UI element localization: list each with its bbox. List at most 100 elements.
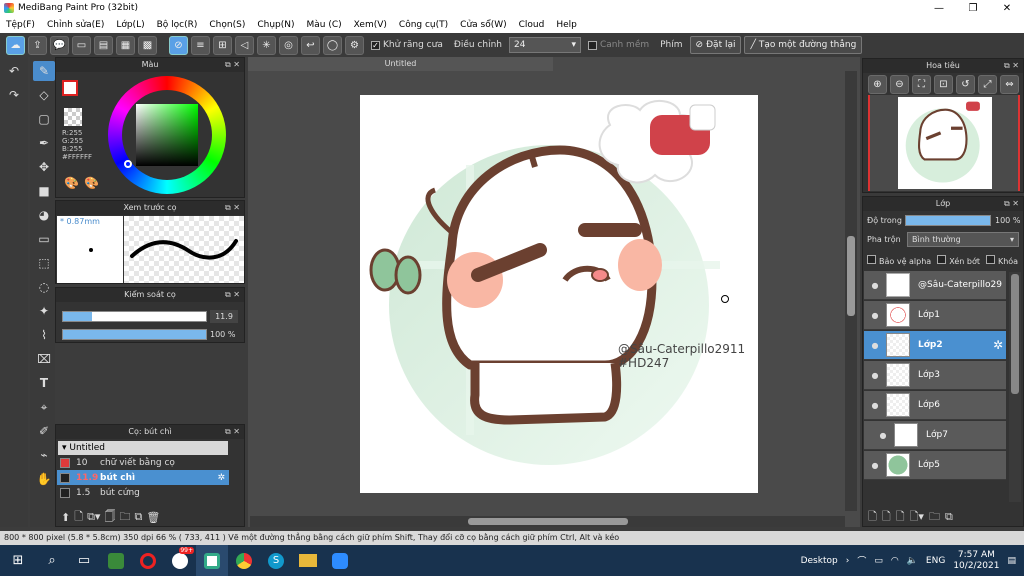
divide-tool-icon[interactable]: ⌖ (33, 397, 55, 417)
parallel-snap-icon[interactable]: ≡ (191, 35, 210, 55)
layer-row[interactable]: ● Lớp7 (864, 421, 1006, 450)
panel-close-icon[interactable]: ⧉ ✕ (1004, 59, 1019, 73)
lock-checkbox[interactable] (985, 255, 995, 264)
close-button[interactable]: ✕ (990, 0, 1024, 16)
medibang-icon[interactable] (196, 545, 228, 576)
panel-close-icon[interactable]: ⧉ ✕ (225, 58, 240, 72)
snap-checkbox[interactable] (587, 40, 597, 50)
messenger-icon[interactable]: 99+ (164, 545, 196, 576)
brush-item-selected[interactable]: 11.9 bút chì ✲ (57, 470, 229, 485)
opacity-slider[interactable] (62, 329, 207, 340)
brush-item[interactable]: 10 chữ viết bằng cọ (57, 455, 229, 470)
navigator-preview[interactable] (868, 95, 1020, 191)
search-icon[interactable]: ⌕ (36, 545, 68, 576)
menu-view[interactable]: Xem(V) (348, 20, 393, 30)
menu-filter[interactable]: Bộ lọc(R) (151, 20, 204, 30)
menu-select[interactable]: Chọn(S) (203, 20, 251, 30)
layer-folder-icon[interactable]: 🗀 (929, 508, 940, 527)
text-tool-icon[interactable]: T (33, 373, 55, 393)
undo-icon[interactable]: ↶ (3, 61, 25, 81)
new-layer-8bit-icon[interactable]: 🗋 (882, 508, 891, 527)
menu-layer[interactable]: Lớp(L) (110, 20, 150, 30)
no-snap-icon[interactable]: ⊘ (169, 35, 188, 55)
desktop-label[interactable]: Desktop (801, 556, 838, 566)
actual-size-icon[interactable]: ⊡ (934, 75, 953, 94)
minimize-button[interactable]: — (922, 0, 956, 16)
panel-close-icon[interactable]: ⧉ ✕ (1004, 197, 1019, 211)
vertical-scroll-thumb[interactable] (847, 236, 855, 316)
move-tool-icon[interactable]: ✥ (33, 157, 55, 177)
menu-help[interactable]: Help (550, 20, 583, 30)
hue-picker[interactable] (124, 160, 132, 168)
antialias-checkbox[interactable] (371, 40, 380, 50)
radial-snap-icon[interactable]: ✳ (257, 35, 276, 55)
menu-edit[interactable]: Chỉnh sửa(E) (41, 20, 110, 30)
primary-color-swatch[interactable] (62, 80, 78, 96)
new-layer-icon[interactable]: 🗋 (868, 508, 877, 527)
gear-icon[interactable]: ✲ (993, 338, 1003, 352)
settings-icon[interactable]: ⚙ (345, 35, 364, 55)
trash-icon[interactable]: 🗑 (146, 511, 160, 524)
bucket-tool-icon[interactable]: ◕ (33, 205, 55, 225)
curve-snap-icon[interactable]: ↩ (301, 35, 320, 55)
rotate-left-icon[interactable]: ↺ (956, 75, 975, 94)
brush-add-icon[interactable]: ⧉▾ (87, 510, 100, 524)
redo-icon[interactable]: ↷ (3, 85, 25, 105)
clock[interactable]: 7:57 AM 10/2/2021 (953, 550, 999, 572)
circle-snap-icon[interactable]: ◎ (279, 35, 298, 55)
size-value[interactable]: 11.9 (210, 310, 238, 323)
page-icon[interactable]: ▤ (94, 35, 113, 55)
wifi-icon[interactable]: ◠ (891, 556, 899, 566)
frame-icon[interactable]: ▭ (72, 35, 91, 55)
zoom-icon[interactable] (324, 545, 356, 576)
hue-wheel[interactable] (108, 76, 226, 194)
eye-icon[interactable]: ● (864, 311, 886, 320)
folder-icon[interactable]: 🗀 (119, 508, 130, 527)
magic-wand-icon[interactable]: ✦ (33, 301, 55, 321)
export-icon[interactable]: ⇪ (28, 35, 47, 55)
grid-icon[interactable]: ▦ (116, 35, 135, 55)
pen-tool-icon[interactable]: ✒ (33, 133, 55, 153)
duplicate-icon[interactable]: ⧉ (134, 510, 142, 524)
select-tool-icon[interactable]: ⬚ (33, 253, 55, 273)
menu-window[interactable]: Cửa sổ(W) (454, 20, 512, 30)
new-brush-icon[interactable]: 🗋 (74, 508, 83, 527)
eye-icon[interactable]: ● (864, 341, 886, 350)
dot-tool-icon[interactable]: ▢ (33, 109, 55, 129)
layer-row-selected[interactable]: ● Lớp2 ✲ (864, 331, 1006, 360)
layer-scroll-thumb[interactable] (1011, 274, 1019, 394)
gear-icon[interactable]: ✲ (217, 473, 225, 483)
select-pen-icon[interactable]: ⌇ (33, 325, 55, 345)
select-eraser-icon[interactable]: ⌧ (33, 349, 55, 369)
palette-add-icon[interactable]: 🎨 (84, 176, 99, 190)
saturation-square[interactable] (136, 104, 198, 166)
reset-button[interactable]: ⊘ Đặt lại (689, 36, 742, 54)
windows-start-icon[interactable]: ⊞ (0, 545, 36, 576)
gradient-tool-icon[interactable]: ▭ (33, 229, 55, 249)
eye-icon[interactable]: ● (864, 371, 886, 380)
cross-snap-icon[interactable]: ⊞ (213, 35, 232, 55)
cloud-download-icon[interactable]: ⬆ (61, 511, 70, 524)
layer-row[interactable]: ● Lớp1 (864, 301, 1006, 330)
brush-tool-icon[interactable]: ✎ (33, 61, 55, 81)
app-green-icon[interactable] (100, 545, 132, 576)
eyedropper2-icon[interactable]: ⌁ (33, 445, 55, 465)
menu-cloud[interactable]: Cloud (513, 20, 551, 30)
fit-icon[interactable]: ⛶ (912, 75, 931, 94)
brush-item[interactable]: 1.5 bút cứng (57, 485, 229, 500)
opera-icon[interactable] (132, 545, 164, 576)
fill-rect-tool-icon[interactable]: ■ (33, 181, 55, 201)
skype-icon[interactable]: S (260, 545, 292, 576)
layer-duplicate-icon[interactable]: ⧉ (945, 510, 953, 524)
add-layer-menu-icon[interactable]: 🗋▾ (910, 508, 924, 527)
menu-tools[interactable]: Công cụ(T) (393, 20, 454, 30)
eye-icon[interactable]: ● (864, 401, 886, 410)
horizontal-scroll-thumb[interactable] (468, 518, 628, 525)
volume-icon[interactable]: 🔈 (907, 556, 918, 566)
eraser-tool-icon[interactable]: ◇ (33, 85, 55, 105)
chrome-icon[interactable] (228, 545, 260, 576)
chevron-up-icon[interactable]: › (846, 556, 850, 566)
vertical-scrollbar[interactable] (845, 71, 857, 511)
eye-icon[interactable]: ● (872, 431, 894, 440)
zoom-out-icon[interactable]: ⊖ (890, 75, 909, 94)
